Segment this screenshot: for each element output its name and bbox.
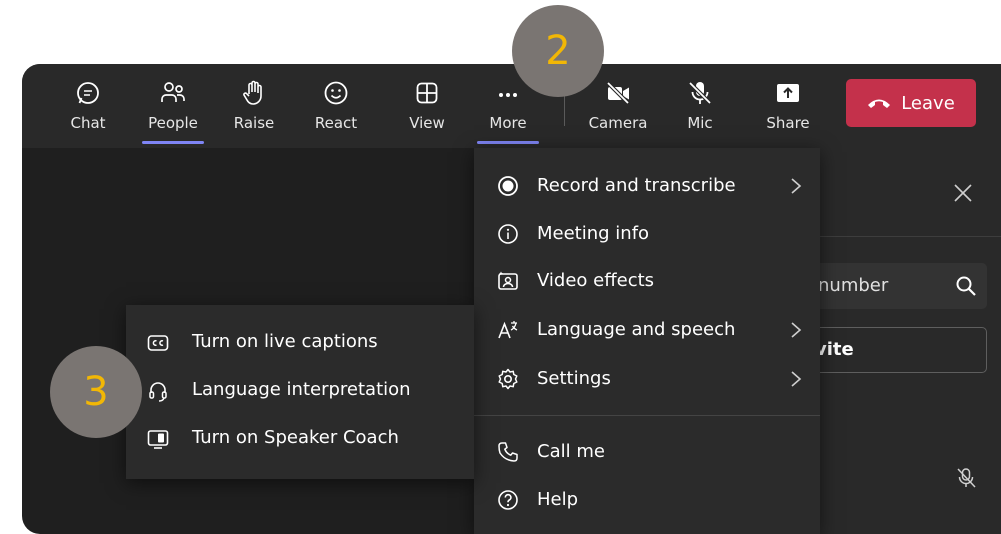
menu-item-settings[interactable]: Settings bbox=[474, 356, 820, 402]
video-effects-icon bbox=[498, 271, 518, 290]
invite-button[interactable]: vite bbox=[802, 327, 987, 373]
leave-button[interactable]: Leave bbox=[846, 79, 976, 127]
menu-item-label: Help bbox=[537, 489, 579, 510]
participant-mic-off-icon bbox=[957, 468, 976, 488]
headset-icon bbox=[149, 382, 167, 402]
mic-off-icon bbox=[688, 81, 712, 105]
menu-item-label: Record and transcribe bbox=[537, 175, 736, 196]
step-2-number: 2 bbox=[545, 28, 571, 74]
menu-item-meeting-info[interactable]: Meeting info bbox=[474, 211, 820, 257]
submenu-item-label: Turn on Speaker Coach bbox=[192, 427, 399, 448]
step-2-callout: 2 bbox=[512, 5, 604, 97]
menu-item-video-effects[interactable]: Video effects bbox=[474, 258, 820, 304]
meeting-toolbar: Chat People Raise React View More Camera… bbox=[22, 64, 1001, 148]
camera-off-icon bbox=[606, 81, 630, 105]
close-icon[interactable] bbox=[952, 182, 974, 204]
view-button[interactable]: View bbox=[392, 64, 462, 148]
record-icon bbox=[498, 176, 518, 196]
step-3-callout: 3 bbox=[50, 346, 142, 438]
chat-button[interactable]: Chat bbox=[53, 64, 123, 148]
submenu-item-label: Turn on live captions bbox=[192, 331, 378, 352]
grid-icon bbox=[416, 82, 438, 104]
chat-label: Chat bbox=[70, 114, 106, 132]
ellipsis-icon bbox=[499, 93, 517, 97]
view-label: View bbox=[409, 114, 445, 132]
people-button[interactable]: People bbox=[138, 64, 208, 148]
mic-button[interactable]: Mic bbox=[665, 64, 735, 148]
language-speech-submenu: Turn on live captions Language interpret… bbox=[126, 305, 474, 479]
menu-item-label: Meeting info bbox=[537, 223, 650, 244]
people-active-indicator bbox=[142, 141, 204, 144]
chevron-right-icon bbox=[791, 322, 802, 338]
menu-item-label: Call me bbox=[537, 441, 605, 462]
share-icon bbox=[777, 84, 799, 102]
menu-item-help[interactable]: Help bbox=[474, 477, 820, 523]
menu-item-label: Language and speech bbox=[537, 319, 736, 340]
submenu-item-label: Language interpretation bbox=[192, 379, 411, 400]
menu-item-call-me[interactable]: Call me bbox=[474, 429, 820, 475]
submenu-item-language-interpretation[interactable]: Language interpretation bbox=[126, 367, 474, 413]
menu-item-label: Video effects bbox=[537, 270, 655, 291]
submenu-item-live-captions[interactable]: Turn on live captions bbox=[126, 319, 474, 365]
phone-icon bbox=[498, 442, 518, 462]
more-menu: Record and transcribe Meeting info Video… bbox=[474, 148, 820, 534]
step-3-number: 3 bbox=[83, 369, 109, 415]
menu-divider bbox=[474, 415, 820, 416]
smiley-icon bbox=[324, 81, 348, 105]
language-icon bbox=[498, 321, 518, 339]
menu-item-record[interactable]: Record and transcribe bbox=[474, 163, 820, 209]
leave-label: Leave bbox=[901, 92, 955, 114]
search-text: number bbox=[818, 275, 889, 296]
submenu-item-speaker-coach[interactable]: Turn on Speaker Coach bbox=[126, 415, 474, 461]
menu-item-label: Settings bbox=[537, 368, 611, 389]
raise-hand-icon bbox=[243, 80, 262, 105]
hang-up-icon bbox=[868, 99, 891, 108]
gear-icon bbox=[498, 368, 518, 390]
react-button[interactable]: React bbox=[301, 64, 371, 148]
mic-label: Mic bbox=[687, 114, 713, 132]
chevron-right-icon bbox=[791, 178, 802, 194]
people-search-input[interactable]: number bbox=[802, 263, 987, 309]
people-icon bbox=[161, 82, 185, 102]
share-label: Share bbox=[766, 114, 810, 132]
speaker-coach-icon bbox=[147, 430, 169, 449]
share-button[interactable]: Share bbox=[753, 64, 823, 148]
panel-divider bbox=[818, 236, 1001, 237]
people-label: People bbox=[148, 114, 198, 132]
raise-label: Raise bbox=[233, 114, 275, 132]
info-icon bbox=[498, 224, 518, 244]
chevron-right-icon bbox=[791, 371, 802, 387]
meeting-window: Chat People Raise React View More Camera… bbox=[22, 64, 1001, 534]
react-label: React bbox=[314, 114, 358, 132]
raise-hand-button[interactable]: Raise bbox=[219, 64, 289, 148]
menu-item-language-speech[interactable]: Language and speech bbox=[474, 307, 820, 353]
captions-icon bbox=[147, 335, 169, 351]
help-icon bbox=[498, 490, 518, 510]
invite-text: vite bbox=[815, 339, 854, 360]
more-active-indicator bbox=[477, 141, 539, 144]
chat-icon bbox=[77, 82, 99, 104]
search-icon bbox=[956, 276, 976, 296]
camera-label: Camera bbox=[588, 114, 648, 132]
more-label: More bbox=[489, 114, 527, 132]
